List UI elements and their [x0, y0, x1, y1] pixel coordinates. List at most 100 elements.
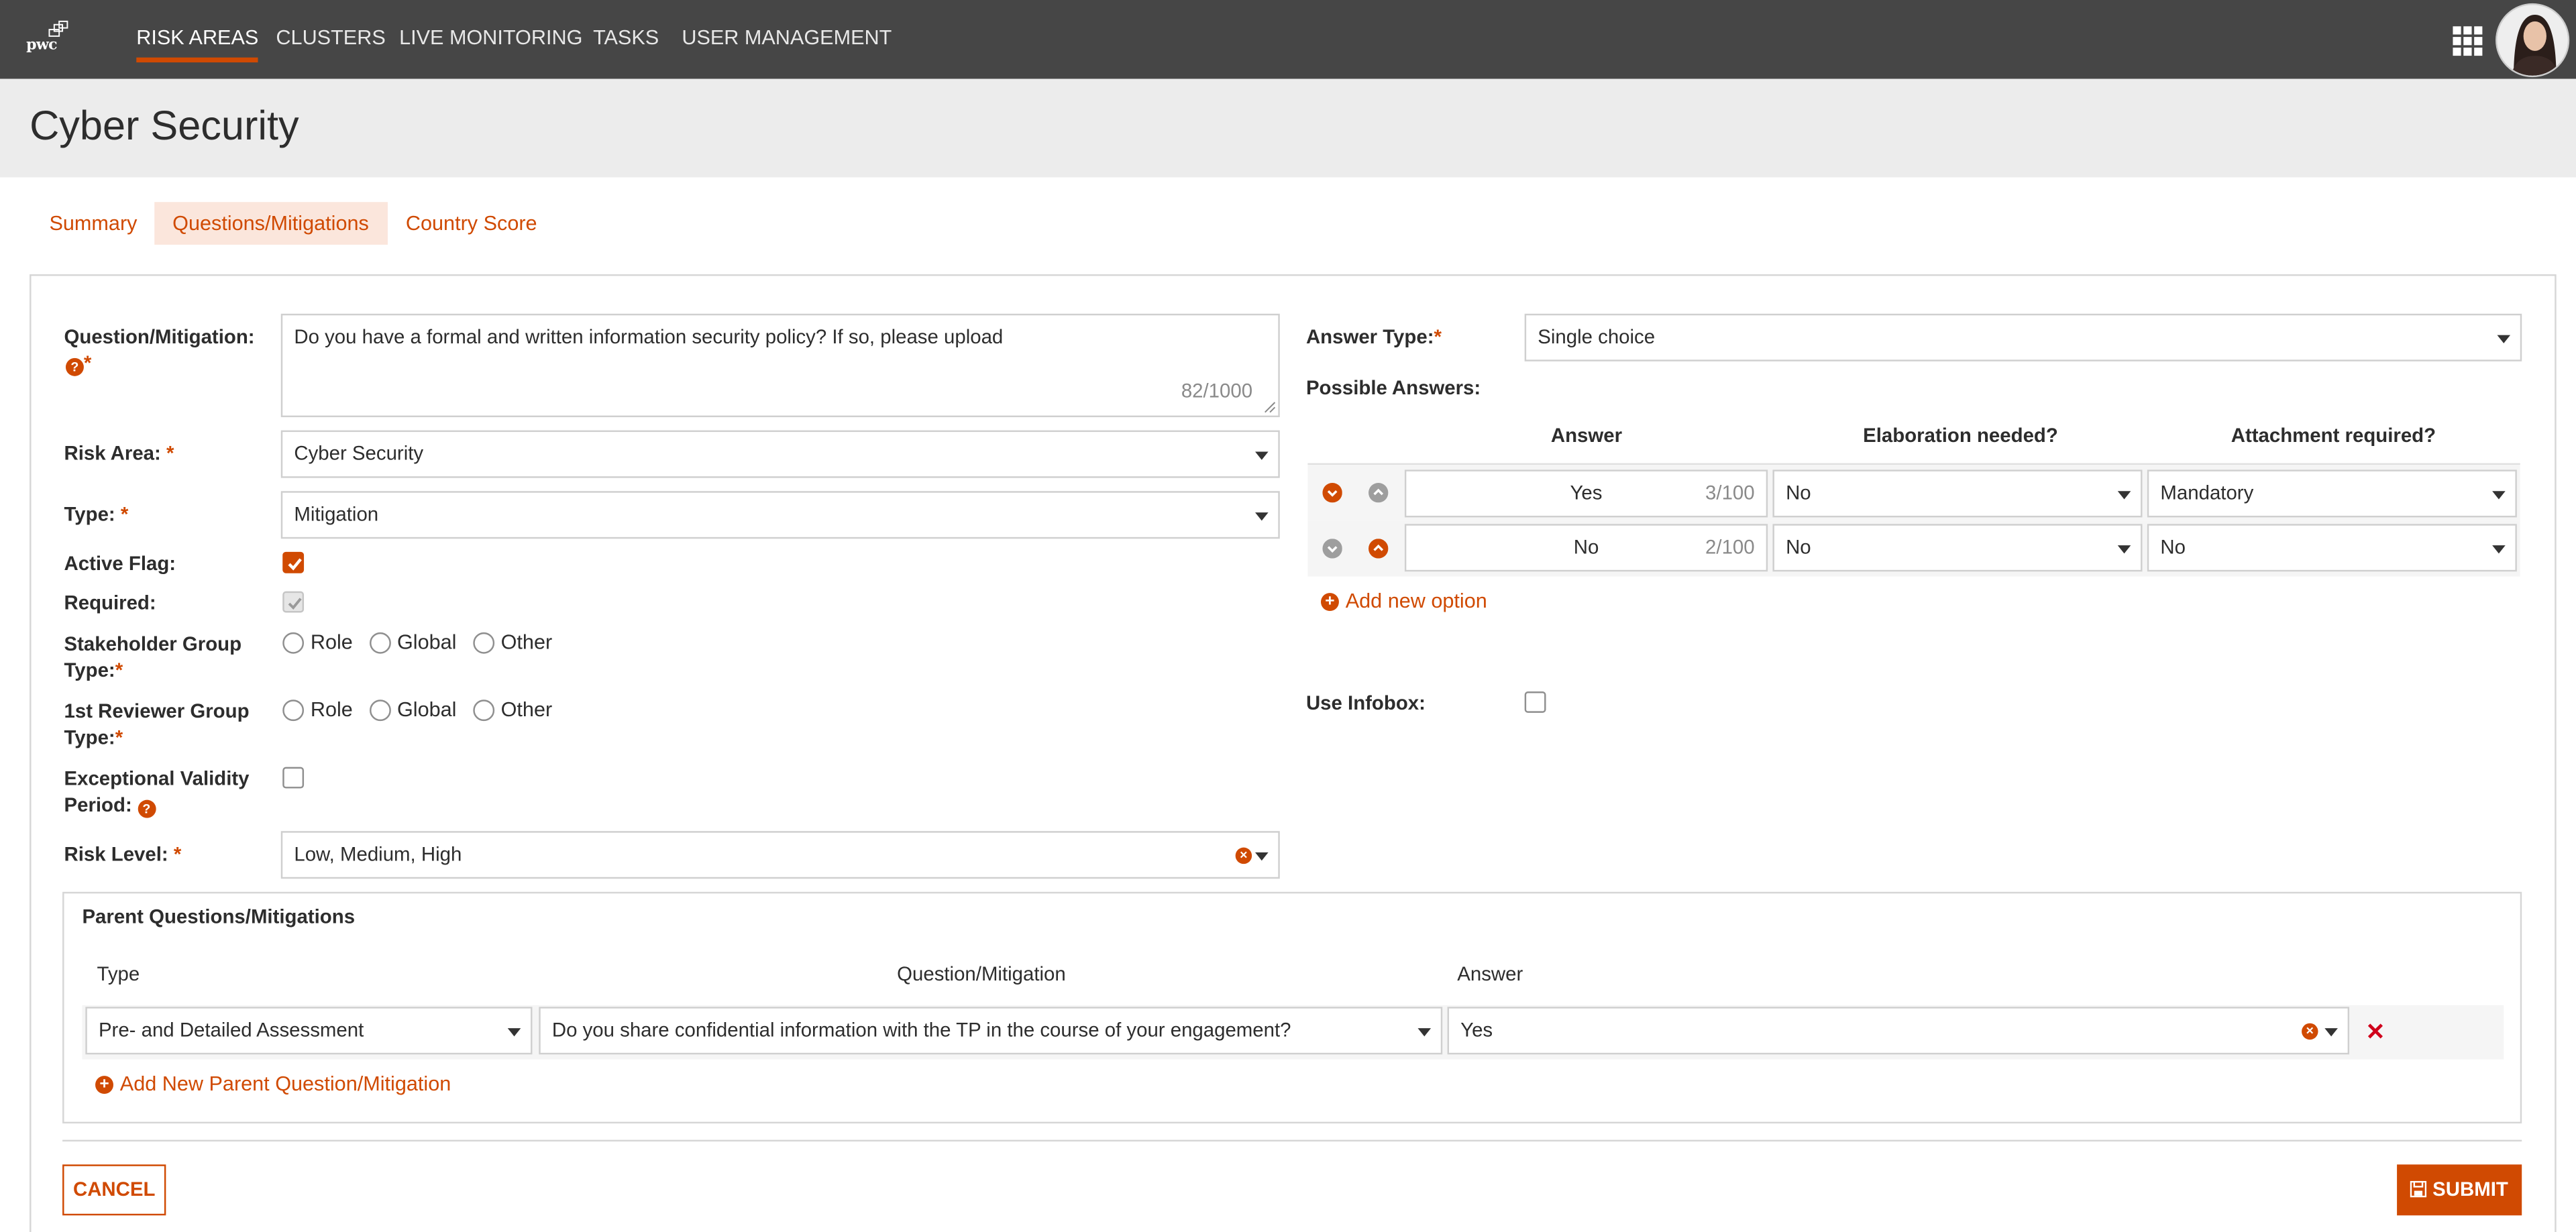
plus-circle-icon: + — [1320, 592, 1339, 610]
reviewer-label-line1: 1st Reviewer Group — [64, 699, 250, 723]
question-textarea[interactable]: Do you have a formal and written informa… — [280, 313, 1280, 418]
active-flag-checkbox[interactable] — [282, 551, 305, 573]
tab-questions-mitigations[interactable]: Questions/Mitigations — [154, 202, 387, 245]
use-infobox-label: Use Infobox: — [1305, 691, 1426, 715]
exceptional-label-line2: Period: — [64, 793, 132, 817]
answer-type-select[interactable]: Single choice — [1524, 313, 2522, 361]
chevron-up-circle-icon — [1368, 483, 1389, 503]
parent-col-header-question: Question/Mitigation — [897, 962, 1066, 986]
radio-icon — [472, 699, 494, 720]
delete-parent-icon[interactable]: ✕ — [2366, 1018, 2385, 1046]
required-marker: * — [115, 726, 123, 749]
possible-answers-label: Possible Answers: — [1305, 376, 1481, 400]
move-down-button[interactable] — [1322, 483, 1342, 503]
stakeholder-label-line1: Stakeholder Group — [64, 632, 242, 656]
option-label: Global — [396, 697, 457, 722]
parent-answer-select[interactable]: Yes × — [1447, 1007, 2350, 1055]
nav-item-live-monitoring[interactable]: LIVE MONITORING — [399, 26, 582, 49]
app-grid-icon[interactable] — [2453, 26, 2483, 56]
risk-level-value: Low, Medium, High — [294, 842, 462, 866]
add-parent-question-link[interactable]: + Add New Parent Question/Mitigation — [95, 1072, 451, 1095]
add-parent-question-label: Add New Parent Question/Mitigation — [119, 1072, 451, 1096]
radio-icon — [472, 631, 494, 653]
radio-icon — [282, 699, 305, 720]
reviewer-option-global[interactable]: Global — [369, 698, 456, 721]
nav-item-risk-areas[interactable]: RISK AREAS — [136, 26, 260, 63]
answer-value: No — [1573, 535, 1599, 559]
elaboration-select[interactable]: No — [1772, 469, 2143, 518]
exceptional-validity-checkbox[interactable] — [282, 767, 305, 789]
submit-button[interactable]: SUBMIT — [2397, 1164, 2522, 1216]
required-marker: * — [115, 659, 123, 682]
risk-area-value: Cyber Security — [294, 441, 424, 465]
chevron-down-circle-icon — [1322, 539, 1342, 559]
clear-icon[interactable]: × — [1235, 847, 1252, 864]
clear-icon[interactable]: × — [2302, 1023, 2318, 1040]
question-label-text: Question/Mitigation: — [64, 325, 255, 349]
top-navigation-bar: pwc RISK AREAS CLUSTERS LIVE MONITORING … — [0, 0, 2576, 79]
chevron-down-icon — [2492, 490, 2506, 499]
risk-area-label-text: Risk Area: — [64, 441, 161, 465]
nav-item-user-management[interactable]: USER MANAGEMENT — [682, 26, 892, 49]
radio-icon — [369, 631, 391, 653]
parent-questions-title: Parent Questions/Mitigations — [82, 905, 356, 928]
risk-area-select[interactable]: Cyber Security — [280, 430, 1280, 478]
stakeholder-label: Stakeholder Group Type:* — [64, 630, 242, 683]
elaboration-value: No — [1786, 481, 1811, 504]
option-label: Role — [310, 630, 353, 654]
elaboration-select[interactable]: No — [1772, 524, 2143, 572]
required-marker: * — [120, 502, 129, 526]
parent-type-value: Pre- and Detailed Assessment — [98, 1018, 364, 1042]
parent-question-value: Do you share confidential information wi… — [551, 1018, 1291, 1042]
stakeholder-option-role[interactable]: Role — [282, 630, 353, 654]
stakeholder-label-line2: Type: — [64, 659, 115, 682]
required-label: Required: — [64, 591, 156, 614]
add-new-option-link[interactable]: + Add new option — [1320, 590, 1487, 613]
answer-type-label-text: Answer Type: — [1305, 325, 1434, 349]
use-infobox-checkbox[interactable] — [1524, 691, 1546, 713]
risk-level-multiselect[interactable]: Low, Medium, High × — [280, 831, 1280, 879]
col-header-elaboration: Elaboration needed? — [1863, 423, 2058, 447]
type-label-text: Type: — [64, 502, 115, 526]
col-header-attachment: Attachment required? — [2231, 423, 2436, 447]
attachment-value: No — [2160, 535, 2186, 559]
reviewer-option-other[interactable]: Other — [472, 698, 552, 721]
type-select[interactable]: Mitigation — [280, 491, 1280, 539]
pwc-logo[interactable]: pwc — [26, 19, 72, 56]
user-avatar[interactable] — [2496, 3, 2570, 78]
chevron-down-icon — [2117, 490, 2131, 499]
chevron-down-icon — [1255, 451, 1269, 459]
nav-item-tasks[interactable]: TASKS — [593, 26, 659, 49]
move-down-button[interactable] — [1322, 539, 1342, 559]
attachment-select[interactable]: No — [2147, 524, 2517, 572]
help-icon[interactable]: ? — [65, 357, 84, 376]
parent-type-select[interactable]: Pre- and Detailed Assessment — [85, 1007, 533, 1055]
option-label: Global — [396, 630, 457, 654]
tab-summary[interactable]: Summary — [32, 202, 156, 245]
question-label: Question/Mitigation: — [64, 323, 255, 349]
reviewer-option-role[interactable]: Role — [282, 698, 353, 721]
question-label-help: ? * — [65, 350, 91, 376]
tab-country-score[interactable]: Country Score — [388, 202, 555, 245]
page-header — [0, 78, 2576, 178]
stakeholder-option-other[interactable]: Other — [472, 630, 552, 654]
move-up-button[interactable] — [1368, 483, 1389, 503]
resize-handle-icon[interactable] — [1263, 401, 1277, 414]
parent-col-header-type: Type — [97, 962, 140, 986]
parent-answer-value: Yes — [1460, 1018, 1493, 1042]
cancel-button[interactable]: CANCEL — [62, 1164, 166, 1216]
save-icon — [2410, 1180, 2427, 1198]
move-up-button[interactable] — [1368, 539, 1389, 559]
nav-item-clusters[interactable]: CLUSTERS — [276, 26, 385, 49]
reviewer-label: 1st Reviewer Group Type:* — [64, 698, 250, 750]
submit-label: SUBMIT — [2432, 1177, 2508, 1201]
type-value: Mitigation — [294, 502, 379, 526]
pwc-logo-mark-icon — [48, 20, 68, 37]
required-marker: * — [1434, 325, 1442, 349]
attachment-select[interactable]: Mandatory — [2147, 469, 2517, 518]
add-new-option-label: Add new option — [1345, 590, 1487, 613]
stakeholder-option-global[interactable]: Global — [369, 630, 457, 654]
help-icon[interactable]: ? — [137, 799, 156, 818]
parent-question-select[interactable]: Do you share confidential information wi… — [539, 1007, 1443, 1055]
exceptional-label: Exceptional Validity Period: ? — [64, 765, 250, 818]
